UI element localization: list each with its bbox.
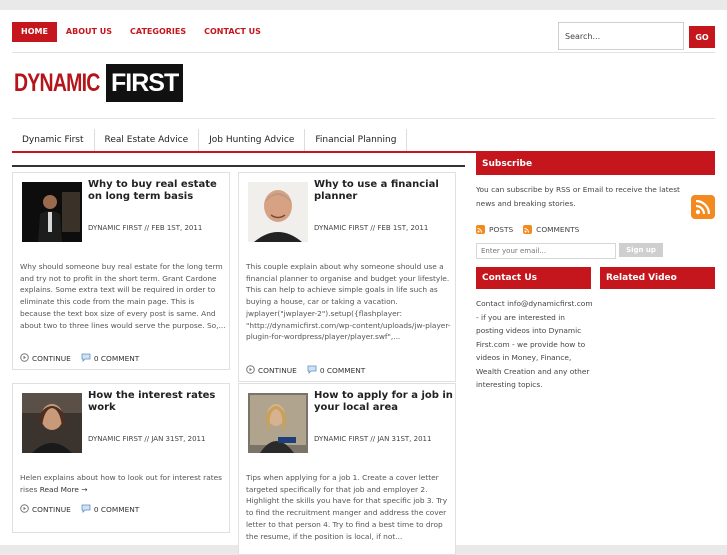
subscribe-text: You can subscribe by RSS or Email to rec…	[476, 185, 680, 208]
page: HOME ABOUT US CATEGORIES CONTACT US GO D…	[0, 10, 727, 555]
cat-real-estate-advice[interactable]: Real Estate Advice	[95, 129, 200, 151]
divider	[12, 52, 715, 53]
post-meta: DYNAMIC FIRST // JAN 31ST, 2011	[88, 435, 206, 443]
search-go-button[interactable]: GO	[689, 26, 715, 48]
related-video-heading: Related Video	[600, 267, 715, 289]
post-title[interactable]: Why to use a financial planner	[314, 179, 454, 203]
post-meta: DYNAMIC FIRST // FEB 1ST, 2011	[314, 224, 429, 232]
cat-dynamic-first[interactable]: Dynamic First	[12, 129, 95, 151]
post-title[interactable]: How to apply for a job in your local are…	[314, 390, 454, 414]
post-meta: DYNAMIC FIRST // JAN 31ST, 2011	[314, 435, 432, 443]
category-nav: Dynamic First Real Estate Advice Job Hun…	[12, 129, 715, 153]
post-excerpt-text: This couple explain about why someone sh…	[246, 262, 451, 342]
continue-link[interactable]: CONTINUE	[32, 354, 71, 363]
site-logo[interactable]: DYNAMIC FIRST	[14, 63, 184, 103]
rss-icon	[476, 225, 485, 234]
post-thumbnail[interactable]	[22, 182, 82, 242]
post-excerpt: Why should someone buy real estate for t…	[20, 261, 226, 331]
post-thumbnail[interactable]	[22, 393, 82, 453]
post-excerpt: Tips when applying for a job 1. Create a…	[246, 472, 452, 542]
comments-link[interactable]: 0 COMMENT	[320, 366, 366, 375]
nav-home[interactable]: HOME	[12, 22, 57, 42]
cat-job-hunting-advice[interactable]: Job Hunting Advice	[199, 129, 306, 151]
nav-contact-us[interactable]: CONTACT US	[195, 22, 270, 42]
nav-about-us[interactable]: ABOUT US	[57, 22, 121, 42]
comment-icon	[307, 365, 317, 376]
divider	[12, 118, 715, 119]
post-excerpt: This couple explain about why someone sh…	[246, 261, 452, 343]
contact-text: Contact info@dynamicfirst.com - if you a…	[476, 299, 593, 389]
post-card: How the interest rates work DYNAMIC FIRS…	[12, 383, 230, 533]
read-more-link[interactable]: Read More →	[40, 485, 88, 494]
continue-link[interactable]: CONTINUE	[32, 505, 71, 514]
comment-icon	[81, 504, 91, 515]
continue-icon	[20, 504, 29, 515]
subscribe-links: POSTS COMMENTS	[476, 225, 579, 234]
post-links: CONTINUE 0 COMMENT	[246, 365, 365, 376]
post-title[interactable]: Why to buy real estate on long term basi…	[88, 179, 228, 203]
post-excerpt-text: Why should someone buy real estate for t…	[20, 262, 226, 330]
top-nav: HOME ABOUT US CATEGORIES CONTACT US	[12, 22, 270, 42]
comment-icon	[81, 353, 91, 364]
post-thumbnail[interactable]	[248, 182, 308, 242]
rss-icon	[523, 225, 533, 234]
rss-feed-icon[interactable]	[691, 195, 715, 219]
post-thumbnail[interactable]	[248, 393, 308, 453]
comments-link[interactable]: 0 COMMENT	[94, 354, 140, 363]
subscribe-heading: Subscribe	[476, 153, 715, 175]
signup-button[interactable]: Sign up	[619, 243, 663, 257]
email-field[interactable]	[476, 243, 616, 259]
post-meta: DYNAMIC FIRST // FEB 1ST, 2011	[88, 224, 203, 232]
contact-heading: Contact Us	[476, 267, 591, 289]
cat-financial-planning[interactable]: Financial Planning	[305, 129, 408, 151]
logo-text-first: FIRST	[106, 64, 184, 102]
nav-categories[interactable]: CATEGORIES	[121, 22, 195, 42]
post-links: CONTINUE 0 COMMENT	[20, 504, 139, 515]
search-input[interactable]	[558, 22, 684, 50]
continue-icon	[20, 353, 29, 364]
post-card: How to apply for a job in your local are…	[238, 383, 456, 555]
content-rule	[12, 165, 465, 167]
rss-posts-link[interactable]: POSTS	[489, 225, 513, 234]
post-links: CONTINUE 0 COMMENT	[20, 353, 139, 364]
post-title[interactable]: How the interest rates work	[88, 390, 228, 414]
logo-text-dynamic: DYNAMIC	[14, 68, 100, 97]
post-excerpt-text: Tips when applying for a job 1. Create a…	[246, 473, 448, 541]
post-excerpt: Helen explains about how to look out for…	[20, 472, 226, 495]
continue-icon	[246, 365, 255, 376]
rss-comments-link[interactable]: COMMENTS	[536, 225, 579, 234]
post-card: Why to buy real estate on long term basi…	[12, 172, 230, 370]
post-card: Why to use a financial planner DYNAMIC F…	[238, 172, 456, 382]
comments-link[interactable]: 0 COMMENT	[94, 505, 140, 514]
continue-link[interactable]: CONTINUE	[258, 366, 297, 375]
